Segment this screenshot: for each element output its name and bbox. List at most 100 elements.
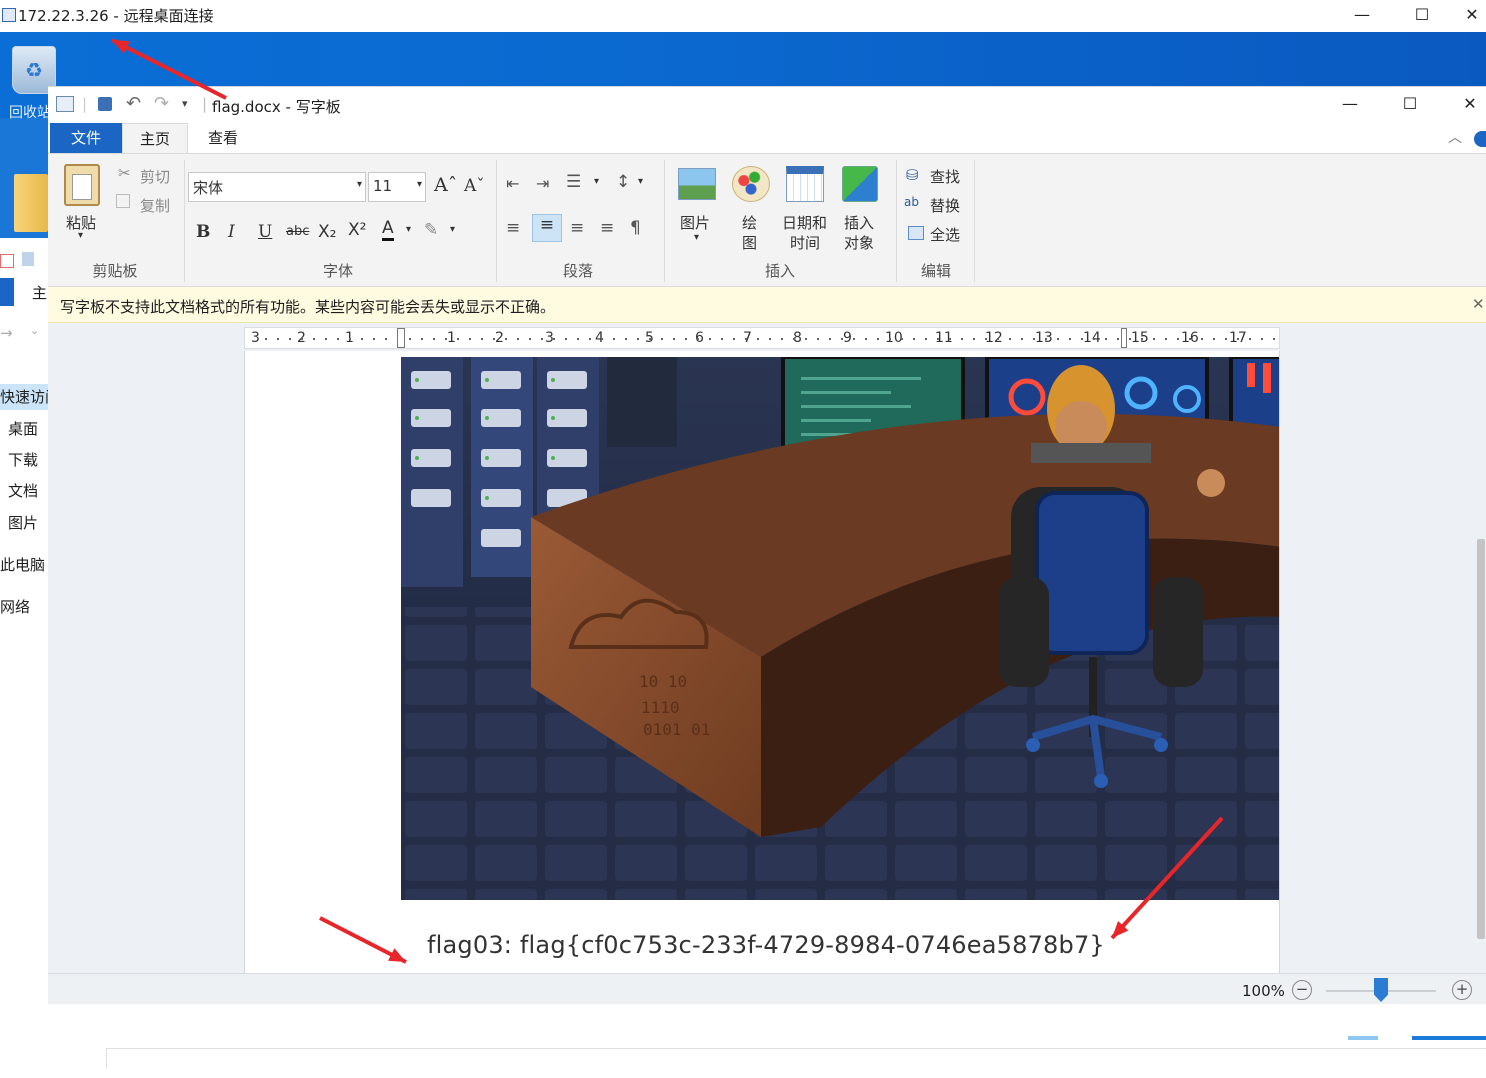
highlight-dropdown-icon[interactable]: ▾ <box>450 224 455 235</box>
horizontal-ruler[interactable]: 3211234567891011121314151617 <box>244 327 1280 349</box>
explorer-documents[interactable]: 文档 <box>8 480 38 501</box>
line-spacing-icon[interactable]: ↕ <box>616 172 630 192</box>
insert-object-icon[interactable] <box>842 166 878 202</box>
tab-home[interactable]: 主页 <box>122 123 188 153</box>
document-page[interactable]: 10 10 1110 0101 01 flag03: flag{cf0c753c… <box>244 351 1280 973</box>
ruler-tick <box>1129 338 1131 340</box>
datetime-button-line1[interactable]: 日期和 <box>782 212 827 233</box>
paste-dropdown-icon[interactable]: ▾ <box>78 230 83 241</box>
subscript-icon[interactable]: X₂ <box>318 222 336 242</box>
datetime-button-line2[interactable]: 时间 <box>790 232 820 253</box>
find-icon[interactable]: ⛁ <box>906 166 919 184</box>
paste-icon[interactable] <box>64 164 100 206</box>
rdp-minimize-button[interactable]: — <box>1342 4 1382 26</box>
document-text[interactable]: flag03: flag{cf0c753c-233f-4729-8984-074… <box>427 931 1105 959</box>
cut-button[interactable]: 剪切 <box>140 166 170 187</box>
bullets-dropdown-icon[interactable]: ▾ <box>594 176 599 187</box>
recycle-bin-icon[interactable]: ♻ <box>8 40 60 94</box>
font-family-dropdown-icon[interactable]: ▾ <box>357 179 362 190</box>
help-icon[interactable] <box>1474 131 1486 147</box>
recycle-bin-label[interactable]: 回收站 <box>9 102 51 122</box>
tab-view[interactable]: 查看 <box>188 123 258 153</box>
replace-button[interactable]: 替换 <box>930 195 960 216</box>
right-indent-marker[interactable] <box>1121 328 1127 348</box>
justify-icon[interactable]: ≡ <box>600 218 614 238</box>
document-image[interactable]: 10 10 1110 0101 01 <box>401 357 1280 900</box>
collapse-ribbon-chevron-up-icon[interactable]: ︿ <box>1448 127 1462 147</box>
replace-icon[interactable]: ab <box>904 195 919 209</box>
explorer-quick-access[interactable]: 快速访问 <box>0 386 48 407</box>
insert-object-button-line1[interactable]: 插入 <box>844 212 874 233</box>
bold-icon[interactable]: B <box>196 222 210 242</box>
vertical-scrollbar[interactable] <box>1476 353 1486 965</box>
underline-icon[interactable]: U <box>258 222 272 242</box>
bullets-icon[interactable]: ☰ <box>566 172 581 192</box>
ruler-tick <box>889 338 891 340</box>
grow-font-icon[interactable]: Aˆ <box>434 174 457 196</box>
highlight-icon[interactable]: ✎ <box>424 220 438 240</box>
picture-icon[interactable] <box>678 168 716 200</box>
align-left-icon[interactable]: ≡ <box>506 218 520 238</box>
font-size-dropdown-icon[interactable]: ▾ <box>417 179 422 190</box>
explorer-chevron-down-icon[interactable]: ⌄ <box>30 324 39 337</box>
copy-button[interactable]: 复制 <box>140 195 170 216</box>
explorer-this-pc[interactable]: 此电脑 <box>0 554 45 575</box>
tab-file[interactable]: 文件 <box>50 123 122 153</box>
increase-indent-icon[interactable]: ⇥ <box>536 174 549 193</box>
folder-icon[interactable] <box>14 174 48 232</box>
calendar-icon[interactable] <box>786 166 824 202</box>
ruler-tick <box>769 338 771 340</box>
select-all-button[interactable]: 全选 <box>930 224 960 245</box>
line-spacing-dropdown-icon[interactable]: ▾ <box>638 176 643 187</box>
find-button[interactable]: 查找 <box>930 166 960 187</box>
italic-icon[interactable]: I <box>228 222 235 242</box>
align-center-icon[interactable]: ≡ <box>532 214 562 242</box>
explorer-file-tab[interactable] <box>0 278 14 306</box>
shrink-font-icon[interactable]: Aˇ <box>464 176 485 196</box>
wordpad-title-bar: | ↶ ↷ ▾ | flag.docx - 写字板 — ☐ ✕ <box>48 87 1486 123</box>
wordpad-close-button[interactable]: ✕ <box>1450 93 1486 115</box>
paint-icon[interactable] <box>732 166 770 202</box>
wordpad-maximize-button[interactable]: ☐ <box>1390 93 1430 115</box>
save-icon[interactable] <box>98 97 112 111</box>
infobar-close-icon[interactable]: ✕ <box>1472 295 1485 313</box>
copy-icon[interactable] <box>116 194 130 208</box>
paragraph-icon[interactable]: ¶ <box>630 218 641 238</box>
explorer-tab-home[interactable]: 主 <box>32 282 47 303</box>
quick-access-dropdown-icon[interactable]: ▾ <box>182 97 188 110</box>
select-all-icon[interactable] <box>908 226 924 240</box>
strikethrough-icon[interactable]: abc <box>286 224 309 239</box>
zoom-slider-thumb[interactable] <box>1374 978 1388 1002</box>
explorer-desktop[interactable]: 桌面 <box>8 418 38 439</box>
rdp-maximize-button[interactable]: ☐ <box>1402 4 1442 26</box>
insert-object-button-line2[interactable]: 对象 <box>844 232 874 253</box>
paint-button-line1[interactable]: 绘 <box>742 212 757 233</box>
decrease-indent-icon[interactable]: ⇤ <box>506 174 519 193</box>
scrollbar-thumb[interactable] <box>1477 539 1485 939</box>
insert-picture-button[interactable]: 图片 <box>680 212 710 233</box>
zoom-out-icon[interactable]: − <box>1292 980 1312 1000</box>
redo-icon[interactable]: ↷ <box>154 93 169 114</box>
rdp-close-button[interactable]: ✕ <box>1458 4 1486 26</box>
explorer-forward-icon[interactable]: → <box>0 324 13 342</box>
cut-icon[interactable]: ✂ <box>118 164 131 182</box>
font-size-select[interactable]: 11 ▾ <box>368 172 426 202</box>
font-color-icon[interactable]: A <box>382 218 394 241</box>
font-color-dropdown-icon[interactable]: ▾ <box>406 224 411 235</box>
explorer-network[interactable]: 网络 <box>0 596 30 617</box>
explorer-downloads[interactable]: 下载 <box>8 449 38 470</box>
ruler-tick <box>1093 338 1095 340</box>
paint-button-line2[interactable]: 图 <box>742 232 757 253</box>
zoom-in-icon[interactable]: + <box>1452 980 1472 1000</box>
ruler-tick <box>733 338 735 340</box>
picture-dropdown-icon[interactable]: ▾ <box>694 232 699 243</box>
left-indent-marker[interactable] <box>397 328 405 348</box>
wordpad-minimize-button[interactable]: — <box>1330 93 1370 115</box>
font-family-select[interactable]: 宋体 ▾ <box>188 172 366 202</box>
ruler-tick <box>625 338 627 340</box>
ruler-tick <box>421 338 423 340</box>
undo-icon[interactable]: ↶ <box>126 93 141 114</box>
explorer-pictures[interactable]: 图片 <box>8 512 38 533</box>
superscript-icon[interactable]: X² <box>348 220 366 240</box>
align-right-icon[interactable]: ≡ <box>570 218 584 238</box>
